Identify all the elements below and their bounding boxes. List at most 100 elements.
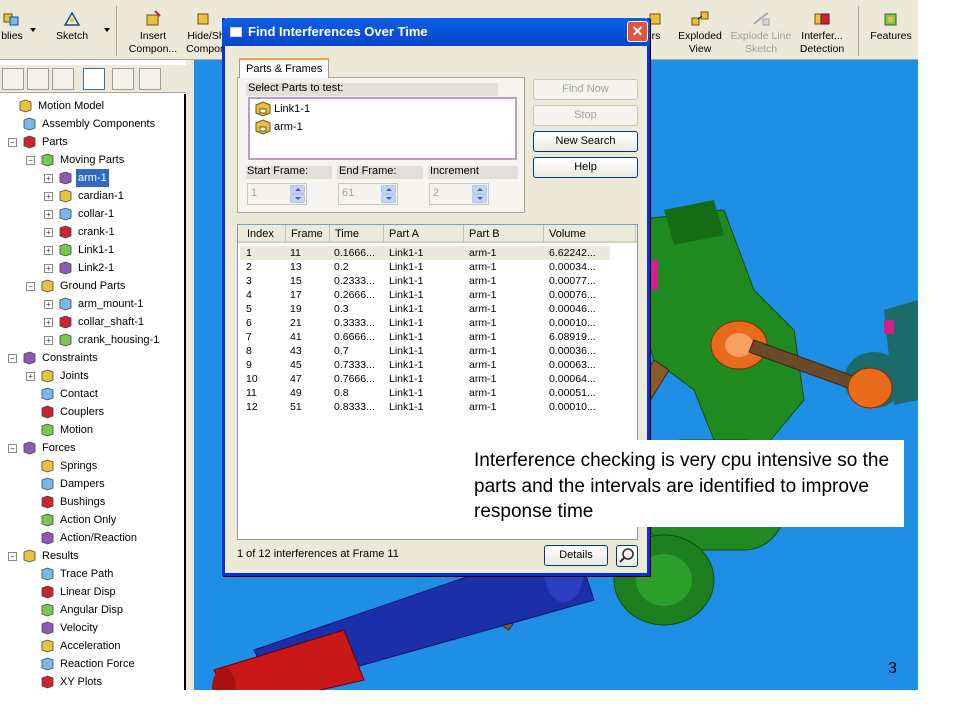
table-row[interactable]: 1 11 0.1666... Link1-1 arm-1 6.62242... [240,246,610,260]
close-icon[interactable]: ✕ [627,21,648,42]
tree-node[interactable]: Velocity [0,619,184,637]
table-row[interactable]: 9 45 0.7333... Link1-1 arm-1 0.00063... [240,358,610,372]
tree-node[interactable]: − Results [0,547,184,565]
column-header-time[interactable]: Time [330,225,384,243]
end-frame-stepper[interactable]: 61 [338,183,398,205]
stepper-up-icon[interactable] [290,185,305,194]
table-row[interactable]: 12 51 0.8333... Link1-1 arm-1 0.00010... [240,400,610,414]
sketch-button[interactable]: Sketch [44,10,100,56]
tree-node[interactable]: − Moving Parts [0,151,184,169]
stop-button[interactable]: Stop [533,105,638,126]
dialog-title-bar[interactable]: Find Interferences Over Time ✕ [222,18,650,46]
expand-icon[interactable]: + [44,318,53,327]
partial-toolbar-button[interactable]: rs [648,10,664,56]
column-header-part-a[interactable]: Part A [384,225,464,243]
expand-icon[interactable]: + [26,372,35,381]
expand-icon[interactable]: + [44,192,53,201]
details-button[interactable]: Details [544,545,608,566]
hide-show-components-button[interactable]: Hide/Sh Compon [186,10,222,56]
table-row[interactable]: 5 19 0.3 Link1-1 arm-1 0.00046... [240,302,610,316]
expand-icon[interactable]: + [44,264,53,273]
tree-node[interactable]: + collar-1 [0,205,184,223]
find-now-button[interactable]: Find Now [533,79,638,100]
tree-node[interactable]: + Joints [0,367,184,385]
tree-node[interactable]: Assembly Components [0,115,184,133]
list-item[interactable]: arm-1 [254,119,303,135]
tree-node[interactable]: + crank-1 [0,223,184,241]
tab-parts-frames[interactable]: Parts & Frames [239,58,330,78]
parts-to-test-list[interactable]: Link1-1 arm-1 [248,97,517,160]
start-frame-stepper[interactable]: 1 [247,183,307,205]
assemblies-dropdown-arrow[interactable] [30,28,36,32]
table-row[interactable]: 6 21 0.3333... Link1-1 arm-1 0.00010... [240,316,610,330]
interference-detection-button[interactable]: Interfer... Detection [794,10,850,56]
tree-node[interactable]: Springs [0,457,184,475]
tree-node[interactable]: Acceleration [0,637,184,655]
table-row[interactable]: 4 17 0.2666... Link1-1 arm-1 0.00076... [240,288,610,302]
list-item[interactable]: Link1-1 [254,101,310,117]
tree-node[interactable]: Linear Disp [0,583,184,601]
tree-node[interactable]: Action Only [0,511,184,529]
increment-stepper[interactable]: 2 [429,183,489,205]
assemblies-button[interactable]: blies [0,10,24,56]
tree-node[interactable]: Contact [0,385,184,403]
tree-node[interactable]: + collar_shaft-1 [0,313,184,331]
tree-node[interactable]: Reaction Force [0,655,184,673]
expand-icon[interactable]: + [44,174,53,183]
appearance-manager-tab-icon[interactable] [139,68,161,90]
tree-node[interactable]: − Constraints [0,349,184,367]
motion-manager-tab-icon[interactable] [83,68,105,90]
tree-node[interactable]: XY Plots [0,673,184,690]
tree-node[interactable]: Bushings [0,493,184,511]
explode-line-sketch-button[interactable]: Explode Line Sketch [730,10,792,56]
configuration-manager-tab-icon[interactable] [52,68,74,90]
tree-node[interactable]: + crank_housing-1 [0,331,184,349]
display-manager-tab-icon[interactable] [112,68,134,90]
tree-node[interactable]: + arm_mount-1 [0,295,184,313]
column-header-frame[interactable]: Frame [286,225,330,243]
table-row[interactable]: 10 47 0.7666... Link1-1 arm-1 0.00064... [240,372,610,386]
tree-node[interactable]: Dampers [0,475,184,493]
expand-icon[interactable]: + [44,246,53,255]
expand-icon[interactable]: + [44,228,53,237]
table-row[interactable]: 7 41 0.6666... Link1-1 arm-1 6.08919... [240,330,610,344]
collapse-icon[interactable]: − [26,282,35,291]
features-button[interactable]: Features [864,10,918,56]
stepper-down-icon[interactable] [472,194,487,203]
collapse-icon[interactable]: − [8,444,17,453]
expand-icon[interactable]: + [44,300,53,309]
tree-node[interactable]: Trace Path [0,565,184,583]
tree-node[interactable]: Couplers [0,403,184,421]
expand-icon[interactable]: + [44,336,53,345]
tree-node[interactable]: + cardian-1 [0,187,184,205]
stepper-up-icon[interactable] [472,185,487,194]
table-row[interactable]: 3 15 0.2333... Link1-1 arm-1 0.00077... [240,274,610,288]
property-manager-tab-icon[interactable] [27,68,49,90]
stepper-down-icon[interactable] [381,194,396,203]
tree-node[interactable]: Motion [0,421,184,439]
tree-node[interactable]: + arm-1 [0,169,184,187]
tree-node[interactable]: − Forces [0,439,184,457]
new-search-button[interactable]: New Search [533,131,638,152]
collapse-icon[interactable]: − [8,138,17,147]
stepper-up-icon[interactable] [381,185,396,194]
column-header-part-b[interactable]: Part B [464,225,544,243]
column-header-index[interactable]: Index [242,225,286,243]
insert-component-button[interactable]: Insert Compon... [122,10,184,56]
collapse-icon[interactable]: − [8,354,17,363]
tree-node[interactable]: + Link2-1 [0,259,184,277]
zoom-to-interference-button[interactable] [616,545,638,567]
expand-icon[interactable]: + [44,210,53,219]
table-row[interactable]: 2 13 0.2 Link1-1 arm-1 0.00034... [240,260,610,274]
tree-node[interactable]: − Parts [0,133,184,151]
tree-node[interactable]: − Ground Parts [0,277,184,295]
panel-splitter[interactable] [186,60,194,690]
tree-node[interactable]: Angular Disp [0,601,184,619]
tree-node[interactable]: Motion Model [0,97,184,115]
tree-node[interactable]: + Link1-1 [0,241,184,259]
collapse-icon[interactable]: − [26,156,35,165]
stepper-down-icon[interactable] [290,194,305,203]
table-row[interactable]: 11 49 0.8 Link1-1 arm-1 0.00051... [240,386,610,400]
tree-node[interactable]: Action/Reaction [0,529,184,547]
feature-manager-tab-icon[interactable] [2,68,24,90]
